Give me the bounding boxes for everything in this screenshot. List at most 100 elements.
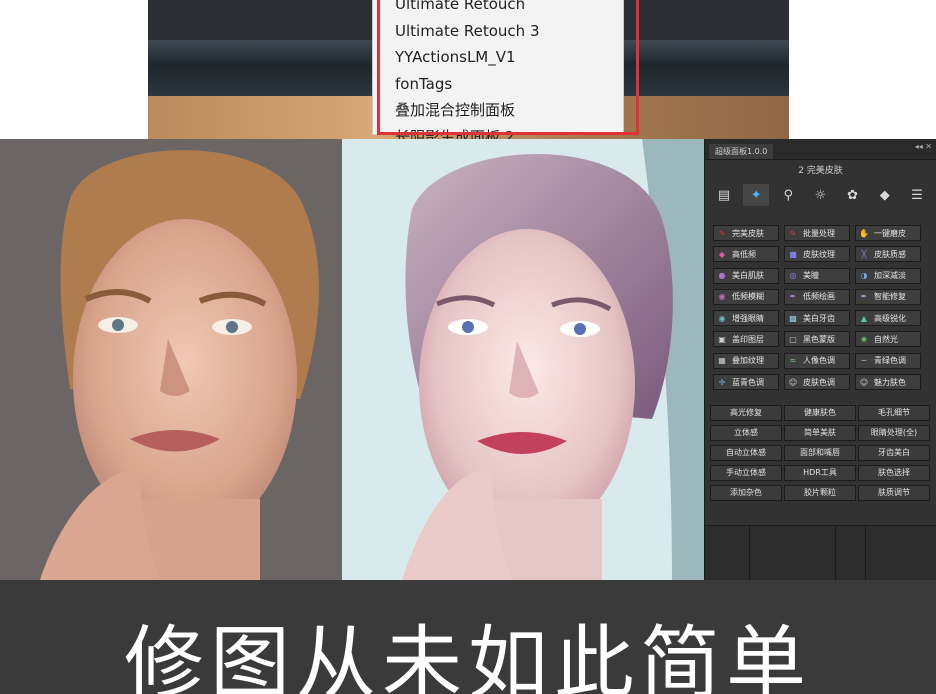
panel-titlebar: 超级面板1.0.0 ◂◂ ✕ — [705, 139, 936, 160]
panel-button-label: 美瞳 — [803, 271, 819, 281]
person-icon: ☺ — [788, 377, 798, 387]
brush-icon: ✎ — [789, 228, 797, 238]
panel-text-button[interactable]: 高光修复 — [710, 405, 782, 421]
panel-button[interactable]: ✋ 一键磨皮 — [855, 225, 921, 241]
panel-button[interactable]: ∽ 青绿色调 — [855, 352, 921, 369]
panel-button-label: 叠加纹理 — [732, 356, 764, 366]
panel-text-button[interactable]: 添加杂色 — [710, 485, 782, 501]
panel-text-button[interactable]: 牙齿美白 — [858, 445, 930, 461]
texture-icon: ▦ — [718, 356, 726, 366]
document-icon[interactable]: ▤ — [711, 184, 737, 206]
gem-icon: ◆ — [718, 249, 726, 259]
before-photo — [0, 139, 342, 580]
panel-text-button[interactable]: 面部和嘴唇 — [784, 445, 856, 461]
panel-button[interactable]: ❀ 自然光 — [855, 331, 921, 348]
panel-button-label: 自然光 — [874, 334, 898, 344]
panel-button[interactable]: ▦ 叠加纹理 — [713, 352, 779, 369]
footer-divider — [835, 526, 836, 581]
triangle-icon: ▲ — [860, 313, 868, 323]
panel-button-label: 增强眼睛 — [732, 313, 764, 323]
panel-text-button[interactable]: 手动立体感 — [710, 465, 782, 481]
contrast-icon: ◑ — [860, 271, 868, 281]
caption-text: 修图从未如此简单 — [124, 617, 812, 694]
panel-text-button[interactable]: 毛孔细节 — [858, 405, 930, 421]
panel-button[interactable]: ◑ 加深减淡 — [855, 267, 921, 284]
panel-text-button[interactable]: 肤质调节 — [858, 485, 930, 501]
panel-section-title: 2 完美皮肤 — [798, 166, 843, 176]
pipette-icon: ╳ — [861, 249, 867, 259]
caption-bar: 修图从未如此简单 — [0, 580, 936, 694]
eye-icon: ◉ — [718, 313, 726, 323]
panel-button[interactable]: ▲ 高级锐化 — [855, 310, 921, 327]
panel-button-label: 高级锐化 — [874, 313, 906, 323]
panel-button-label: 加深减淡 — [874, 271, 906, 281]
panel-text-button[interactable]: 简单美肤 — [784, 425, 856, 441]
panel-button[interactable]: ▢ 黑色蒙版 — [784, 331, 850, 348]
menu-item-blend-control-panel[interactable]: 叠加混合控制面板 — [373, 97, 623, 124]
panel-text-button[interactable]: 健康肤色 — [784, 405, 856, 421]
secondary-button-grid: 高光修复 健康肤色 毛孔细节立体感 简单美肤 眼睛处理(全) 自动立体感 面部和嘴唇 牙齿美白… — [710, 405, 932, 501]
panel-button[interactable]: ✒ 低频绘画 — [784, 288, 850, 305]
leaf-icon: ❀ — [860, 334, 868, 344]
mask-icon: ▢ — [789, 334, 797, 344]
stamp-icon: ▣ — [718, 334, 726, 344]
panel-text-button[interactable]: 胶片颗粒 — [784, 485, 856, 501]
panel-text-button[interactable]: 自动立体感 — [710, 445, 782, 461]
panel-button-label: 高低频 — [732, 249, 756, 259]
curve-icon: ∽ — [860, 356, 868, 366]
panel-toolbar: ▤ ✦ ⚲ ☼ ✿ ◆ ☰ — [711, 182, 930, 208]
panel-button[interactable]: ◉ 低频模糊 — [713, 288, 779, 305]
menu-item-fontags[interactable]: fonTags — [373, 71, 623, 98]
panel-button[interactable]: ◉ 增强眼睛 — [713, 310, 779, 327]
panel-button-label: 批量处理 — [803, 228, 835, 238]
panel-text-button[interactable]: 眼睛处理(全) — [858, 425, 930, 441]
panel-button[interactable]: ✎ 批量处理 — [784, 225, 850, 241]
person-icon: ☺ — [859, 377, 869, 387]
menu-item-yyactionslm[interactable]: YYActionsLM_V1 — [373, 44, 623, 71]
panel-button[interactable]: ☺ 皮肤色调 — [784, 374, 850, 391]
menu-item-ultimate-retouch-3[interactable]: Ultimate Retouch 3 — [373, 18, 623, 45]
panel-button[interactable]: ☺ 魅力肤色 — [855, 374, 921, 391]
panel-text-button[interactable]: HDR工具 — [784, 465, 856, 481]
panel-button[interactable]: ✒ 智能修复 — [855, 288, 921, 305]
drop-icon: ● — [718, 271, 726, 281]
panel-button[interactable]: ◆ 高低频 — [713, 246, 779, 263]
panel-button-label: 低频绘画 — [803, 292, 835, 302]
panel-button[interactable]: ◎ 美瞳 — [784, 267, 850, 284]
sun-icon[interactable]: ☼ — [807, 184, 833, 206]
panel-button[interactable]: ▩ 美白牙齿 — [784, 310, 850, 327]
footer-divider — [865, 526, 866, 581]
panel-button-label: 美白肌肤 — [732, 271, 764, 281]
panel-button[interactable]: ▣ 盖印图层 — [713, 331, 779, 348]
retouch-plugin-panel: 超级面板1.0.0 ◂◂ ✕ 2 完美皮肤 ▤ ✦ ⚲ ☼ ✿ ◆ ☰ ✎ 完美皮… — [704, 139, 936, 581]
waveform-icon[interactable]: ✦ — [743, 184, 770, 206]
panel-window-controls[interactable]: ◂◂ ✕ — [915, 142, 932, 151]
wave-icon: ≈ — [789, 356, 797, 366]
panel-button-label: 低频模糊 — [732, 292, 764, 302]
menu-item-long-shadow-panel[interactable]: 长阴影生成面板 2 — [373, 124, 623, 140]
diamond-icon[interactable]: ◆ — [872, 184, 898, 206]
panel-text-button[interactable]: 肤色选择 — [858, 465, 930, 481]
panel-button-label: 盖印图层 — [732, 334, 764, 344]
rgb-circles-icon[interactable]: ✿ — [840, 184, 866, 206]
panel-button-label: 魅力肤色 — [874, 377, 906, 387]
panel-button-label: 皮肤纹理 — [803, 249, 835, 259]
panel-button[interactable]: ✎ 完美皮肤 — [713, 225, 779, 241]
panel-button-label: 一键磨皮 — [874, 228, 906, 238]
circle-icon: ◉ — [718, 292, 726, 302]
panel-button[interactable]: ≈ 人像色调 — [784, 352, 850, 369]
menu-icon[interactable]: ☰ — [904, 184, 930, 206]
panel-text-button[interactable]: 立体感 — [710, 425, 782, 441]
menu-item-ultimate-retouch[interactable]: Ultimate Retouch — [373, 0, 623, 18]
panel-button-label: 黑色蒙版 — [803, 334, 835, 344]
tooth-icon: ▩ — [789, 313, 797, 323]
panel-button-label: 蓝青色调 — [732, 377, 764, 387]
panel-footer — [705, 525, 936, 581]
panel-button-label: 皮肤质感 — [874, 249, 906, 259]
magnifier-icon[interactable]: ⚲ — [775, 184, 801, 206]
panel-tab-title[interactable]: 超级面板1.0.0 — [709, 144, 774, 159]
panel-button[interactable]: ✛ 蓝青色调 — [713, 374, 779, 391]
panel-button[interactable]: ╳ 皮肤质感 — [855, 246, 921, 263]
panel-button[interactable]: ● 美白肌肤 — [713, 267, 779, 284]
panel-button[interactable]: ■ 皮肤纹理 — [784, 246, 850, 263]
